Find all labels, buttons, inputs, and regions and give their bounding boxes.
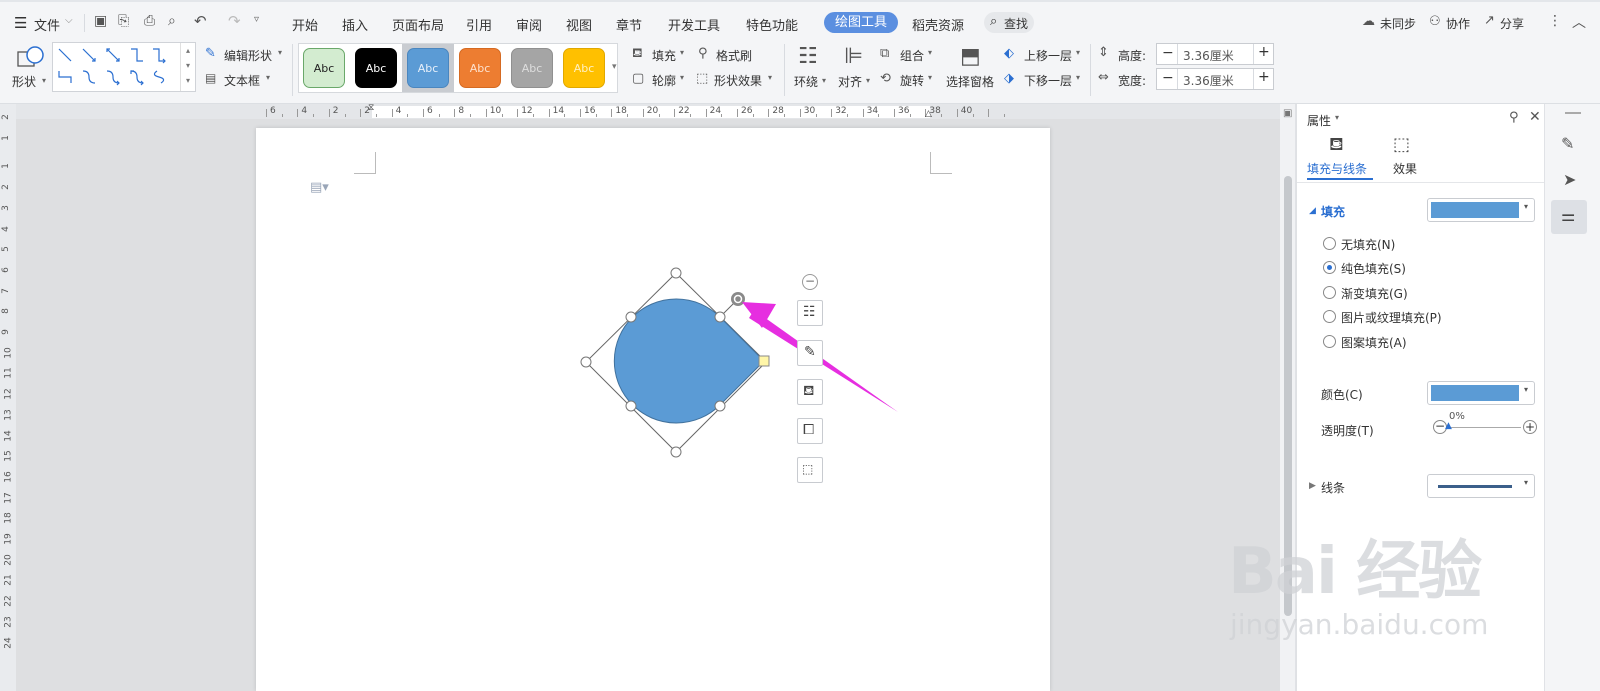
selected-shape-layer bbox=[580, 267, 898, 458]
resize-handle-bottom-left[interactable] bbox=[625, 400, 637, 412]
collaborate-button[interactable]: 协作 bbox=[1446, 15, 1470, 32]
transparency-label: 透明度(T) bbox=[1321, 424, 1374, 438]
expand-line-icon[interactable]: ▶ bbox=[1309, 481, 1316, 491]
textbox-icon: ⬚ bbox=[802, 462, 814, 476]
resize-handle-left[interactable] bbox=[580, 356, 592, 368]
fill-bucket-icon: ⛾ bbox=[1329, 134, 1344, 155]
pin-icon[interactable]: ⚲ bbox=[1509, 110, 1519, 125]
tab-fill-and-line[interactable]: ⛾ 填充与线条 bbox=[1307, 132, 1373, 180]
collapse-ribbon-icon[interactable]: ︿ bbox=[1572, 12, 1586, 32]
collapse-toolbar-icon[interactable]: − bbox=[802, 274, 818, 290]
share-button[interactable]: 分享 bbox=[1500, 15, 1524, 32]
radio-solid-fill[interactable] bbox=[1323, 261, 1336, 274]
option-no-fill[interactable]: 无填充(N) bbox=[1341, 236, 1395, 253]
wrap-layout-icon: ☷ bbox=[803, 304, 816, 320]
option-solid-fill[interactable]: 纯色填充(S) bbox=[1341, 260, 1406, 277]
chevron-down-icon: ▾ bbox=[1524, 202, 1529, 211]
panel-title[interactable]: 属性 bbox=[1307, 112, 1331, 129]
color-swatch bbox=[1431, 385, 1519, 401]
layout-options-button[interactable]: ☷ bbox=[797, 300, 823, 326]
line-style-dropdown[interactable]: ▾ bbox=[1427, 474, 1535, 498]
line-section-title[interactable]: 线条 bbox=[1321, 479, 1345, 496]
teardrop-shape[interactable] bbox=[613, 298, 765, 424]
fill-color-swatch bbox=[1431, 202, 1519, 218]
adjust-handle[interactable] bbox=[758, 355, 770, 367]
pen-icon: ✎ bbox=[804, 344, 816, 360]
transparency-slider[interactable] bbox=[1449, 427, 1521, 428]
edit-pen-icon[interactable]: ✎ bbox=[1561, 134, 1574, 153]
resize-handle-bottom[interactable] bbox=[670, 446, 682, 458]
resize-handle-top-right[interactable] bbox=[714, 311, 726, 323]
option-pattern-fill[interactable]: 图案填充(A) bbox=[1341, 334, 1407, 351]
expand-fill-icon[interactable]: ◢ bbox=[1309, 206, 1316, 216]
transparency-increase-icon[interactable]: + bbox=[1523, 420, 1537, 434]
select-cursor-icon[interactable]: ➤ bbox=[1563, 170, 1576, 189]
effect-icon: ⬚ bbox=[1393, 134, 1411, 155]
resize-handle-top-left[interactable] bbox=[625, 311, 637, 323]
rotate-handle-icon[interactable] bbox=[731, 292, 745, 306]
right-side-toolbar: ✎ ➤ ⚌ bbox=[1544, 104, 1600, 691]
line-style-preview bbox=[1438, 485, 1512, 488]
radio-pattern-fill[interactable] bbox=[1323, 335, 1336, 348]
option-picture-fill[interactable]: 图片或纹理填充(P) bbox=[1341, 309, 1442, 326]
quick-shape-effect-button[interactable]: ⧠ bbox=[797, 418, 823, 444]
cloud-sync-icon[interactable]: ☁ bbox=[1362, 14, 1375, 29]
chevron-down-icon: ▾ bbox=[1524, 478, 1529, 487]
sliders-icon: ⚌ bbox=[1561, 206, 1576, 225]
quick-textbox-button[interactable]: ⬚ bbox=[797, 457, 823, 483]
radio-gradient-fill[interactable] bbox=[1323, 286, 1336, 299]
watermark-logo: Bai 经验 bbox=[1228, 535, 1482, 609]
option-gradient-fill[interactable]: 渐变填充(G) bbox=[1341, 285, 1408, 302]
properties-toggle[interactable]: ⚌ bbox=[1551, 200, 1587, 234]
tab-fill-and-line-label: 填充与线条 bbox=[1307, 162, 1368, 176]
fill-color-dropdown[interactable]: ▾ bbox=[1427, 198, 1535, 222]
resize-handle-top[interactable] bbox=[670, 267, 682, 279]
share-icon[interactable]: ↗ bbox=[1484, 13, 1495, 28]
tab-effect[interactable]: ⬚ 效果 bbox=[1387, 132, 1431, 180]
radio-picture-fill[interactable] bbox=[1323, 310, 1336, 323]
chevron-down-icon: ▾ bbox=[1524, 385, 1529, 394]
fill-bucket-icon: ⛾ bbox=[803, 383, 815, 399]
radio-no-fill[interactable] bbox=[1323, 237, 1336, 250]
color-label: 颜色(C) bbox=[1321, 388, 1363, 402]
fill-section-title[interactable]: 填充 bbox=[1321, 203, 1345, 220]
quick-fill-button[interactable]: ⛾ bbox=[797, 379, 823, 405]
watermark-url: jingyan.baidu.com bbox=[1230, 608, 1489, 641]
transparency-slider-thumb[interactable]: ▲ bbox=[1445, 421, 1452, 431]
quick-outline-button[interactable]: ✎ bbox=[797, 340, 823, 366]
shape-effect-icon: ⧠ bbox=[803, 422, 815, 438]
more-options-icon[interactable]: ⋮ bbox=[1548, 13, 1562, 29]
chevron-down-icon[interactable]: ▾ bbox=[1335, 113, 1339, 122]
split-view-icon[interactable]: ▣ bbox=[1283, 108, 1292, 119]
sync-status[interactable]: 未同步 bbox=[1380, 15, 1416, 32]
drag-handle[interactable] bbox=[1565, 112, 1581, 114]
color-dropdown[interactable]: ▾ bbox=[1427, 381, 1535, 405]
resize-handle-bottom-right[interactable] bbox=[714, 400, 726, 412]
close-icon[interactable]: ✕ bbox=[1529, 109, 1541, 125]
collaborate-icon[interactable]: ⚇ bbox=[1429, 14, 1441, 29]
tab-effect-label: 效果 bbox=[1393, 162, 1418, 176]
